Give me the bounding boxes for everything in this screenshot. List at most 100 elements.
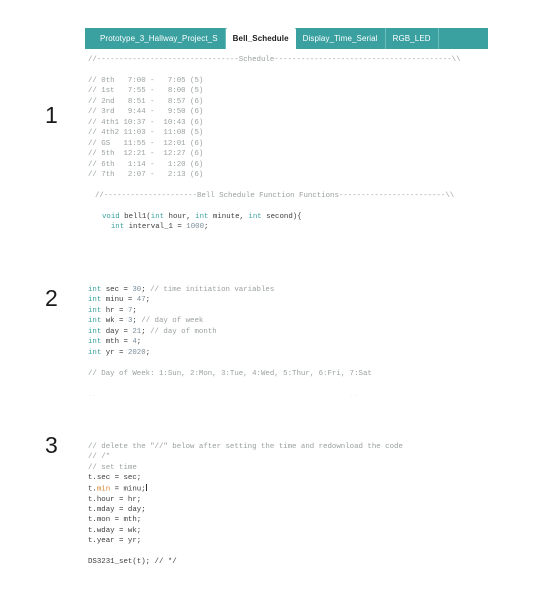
object-ref: t. bbox=[88, 495, 97, 504]
keyword-int: int bbox=[110, 223, 125, 232]
tab-display-time-serial[interactable]: Display_Time_Serial bbox=[295, 28, 386, 49]
code-line-variable: int hr = 7; bbox=[85, 306, 488, 316]
property-name: hour bbox=[96, 495, 115, 504]
step-marker-2: 2 bbox=[45, 285, 58, 311]
property-name: mon bbox=[96, 516, 111, 525]
statement-end: ; bbox=[204, 223, 209, 232]
code-line-assignment-sec: t.sec = sec; bbox=[85, 473, 488, 483]
code-line-schedule-header: //--------------------------------Schedu… bbox=[88, 56, 461, 64]
code-line-schedule-row: // 0th 7:00 - 7:05 (5) bbox=[88, 76, 204, 85]
keyword-int: int bbox=[195, 212, 209, 221]
code-text-area[interactable]: //--------------------------------Schedu… bbox=[85, 49, 488, 595]
code-line-schedule-row: // 1st 7:55 - 8:00 (5) bbox=[88, 87, 204, 96]
variable-name: yr = bbox=[101, 348, 128, 357]
keyword-int: int bbox=[88, 317, 102, 326]
keyword-int: int bbox=[248, 212, 262, 221]
code-line-block-open-comment: // /* bbox=[88, 453, 111, 462]
keyword-int: int bbox=[88, 296, 102, 305]
code-line-variable: int day = 21; // day of month bbox=[85, 327, 488, 337]
numeric-literal: 21 bbox=[132, 327, 142, 336]
function-name: bell1( bbox=[119, 212, 151, 221]
statement-end: ; bbox=[136, 338, 142, 347]
tab-bell-schedule[interactable]: Bell_Schedule bbox=[225, 28, 296, 49]
keyword-int: int bbox=[88, 306, 102, 315]
property-name: mday bbox=[96, 505, 115, 514]
code-line-variable: int minu = 47; bbox=[85, 295, 488, 305]
numeric-literal: 30 bbox=[132, 285, 142, 294]
code-line-schedule-row: // 4th1 10:37 - 10:43 (6) bbox=[88, 118, 204, 127]
code-line-set-time-comment: // set time bbox=[88, 463, 137, 472]
statement-end: ; bbox=[145, 348, 151, 357]
keyword-void: void bbox=[102, 212, 120, 221]
step-marker-1: 1 bbox=[45, 102, 58, 128]
code-line-assignment-min: t.min = minu; bbox=[85, 483, 488, 495]
code-line-schedule-row: // 7th 2:07 - 2:13 (6) bbox=[88, 170, 204, 179]
numeric-literal: 2020 bbox=[127, 348, 146, 357]
tab-rgb-led[interactable]: RGB_LED bbox=[385, 28, 439, 49]
property-name: sec bbox=[96, 474, 111, 483]
code-line-schedule-row: // 3rd 9:44 - 9:50 (6) bbox=[88, 108, 204, 117]
property-name: wday bbox=[96, 526, 115, 535]
numeric-literal: 47 bbox=[136, 296, 146, 305]
variable-declaration: interval_1 = bbox=[124, 223, 187, 232]
editor-tab-bar: Prototype_3_Hallway_Project_S Bell_Sched… bbox=[85, 28, 488, 49]
code-editor-window: Prototype_3_Hallway_Project_S Bell_Sched… bbox=[85, 28, 488, 595]
inline-comment: // day of month bbox=[145, 327, 217, 336]
tab-prototype-3-hallway-project[interactable]: Prototype_3_Hallway_Project_S bbox=[93, 28, 226, 49]
code-line-variable: int wk = 3; // day of week bbox=[85, 316, 488, 326]
assignment-rest: = minu; bbox=[110, 485, 146, 494]
code-line-variable: int yr = 2020; bbox=[85, 348, 488, 358]
step-marker-3: 3 bbox=[45, 432, 58, 458]
text-cursor bbox=[145, 483, 147, 492]
function-arg: minute, bbox=[208, 212, 249, 221]
code-line-assignment-year: t.year = yr; bbox=[85, 536, 488, 546]
code-line-function-body: int interval_1 = 1000; bbox=[85, 222, 488, 232]
code-line-function-signature: void bell1(int hour, int minute, int sec… bbox=[85, 212, 488, 222]
code-line-schedule-row: // 6th 1:14 - 1:20 (6) bbox=[88, 160, 204, 169]
inline-comment: // day of week bbox=[136, 317, 204, 326]
object-ref: t. bbox=[88, 485, 97, 494]
object-ref: t. bbox=[88, 505, 97, 514]
variable-name: sec = bbox=[101, 285, 133, 294]
code-line-schedule-row: // 5th 12:21 - 12:27 (6) bbox=[88, 150, 204, 159]
code-line-variable: int mth = 4; bbox=[85, 337, 488, 347]
assignment-rest: = hr; bbox=[114, 495, 142, 504]
code-line-assignment-mon: t.mon = mth; bbox=[85, 515, 488, 525]
code-line-instruction-comment: // delete the "//" below after setting t… bbox=[88, 442, 403, 451]
inline-comment: // time initiation variables bbox=[145, 285, 275, 294]
object-ref: t. bbox=[88, 474, 97, 483]
keyword-int: int bbox=[88, 348, 102, 357]
assignment-rest: = yr; bbox=[114, 537, 142, 546]
code-line-variable: int sec = 30; // time initiation variabl… bbox=[85, 285, 488, 295]
variable-name: wk = bbox=[101, 317, 128, 326]
code-line-functions-header: //---------------------Bell Schedule Fun… bbox=[95, 191, 455, 200]
assignment-rest: = mth; bbox=[110, 516, 142, 525]
assignment-rest: = wk; bbox=[114, 526, 142, 535]
function-arg: second){ bbox=[261, 212, 302, 221]
variable-name: hr = bbox=[101, 306, 128, 315]
keyword-int: int bbox=[88, 327, 102, 336]
statement-end: ; bbox=[145, 296, 151, 305]
assignment-rest: = sec; bbox=[110, 474, 142, 483]
code-line-assignment-hour: t.hour = hr; bbox=[85, 495, 488, 505]
property-name: year bbox=[96, 537, 115, 546]
function-arg: hour, bbox=[164, 212, 196, 221]
numeric-literal: 1000 bbox=[186, 223, 205, 232]
code-line-assignment-mday: t.mday = day; bbox=[85, 505, 488, 515]
keyword-int: int bbox=[88, 285, 102, 294]
code-line-day-of-week-comment: // Day of Week: 1:Sun, 2:Mon, 3:Tue, 4:W… bbox=[88, 369, 372, 378]
code-line-schedule-row: // GS 11:55 - 12:01 (6) bbox=[88, 139, 204, 148]
object-ref: t. bbox=[88, 516, 97, 525]
